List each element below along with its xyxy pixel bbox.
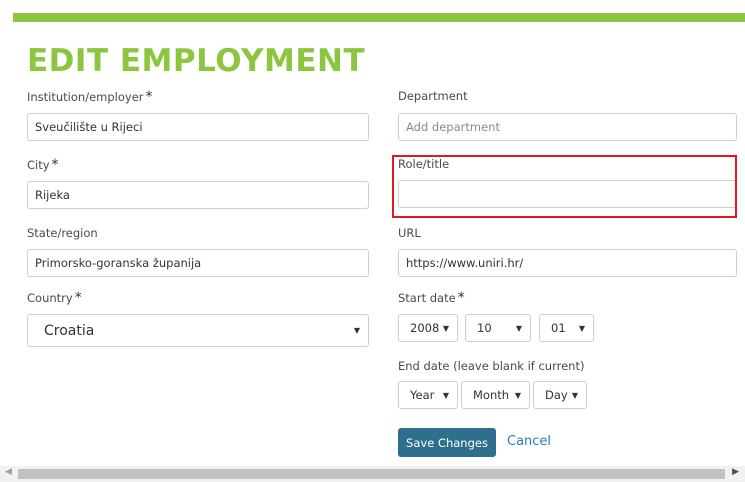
- end-day-select[interactable]: Day ▼: [533, 381, 587, 409]
- chevron-down-icon: ▼: [571, 390, 578, 400]
- required-mark: *: [145, 89, 153, 105]
- scroll-left-icon[interactable]: ◀: [5, 467, 12, 477]
- end-date-label: End date (leave blank if current): [398, 359, 585, 373]
- cancel-link[interactable]: Cancel: [507, 434, 551, 449]
- state-label: State/region: [27, 226, 98, 240]
- role-field-highlight: [392, 155, 737, 218]
- chevron-down-icon: ▼: [442, 390, 449, 400]
- start-year-select[interactable]: 2008 ▼: [398, 314, 458, 342]
- url-input[interactable]: [398, 249, 737, 277]
- chevron-down-icon: ▼: [578, 323, 585, 333]
- chevron-down-icon: ▼: [442, 323, 449, 333]
- start-month-select[interactable]: 10 ▼: [465, 314, 531, 342]
- city-label: City *: [27, 157, 59, 173]
- department-label: Department: [398, 89, 468, 103]
- city-input[interactable]: [27, 181, 369, 209]
- start-day-select[interactable]: 01 ▼: [539, 314, 594, 342]
- country-selected-value: Croatia: [44, 322, 95, 339]
- url-label: URL: [398, 226, 421, 240]
- required-mark: *: [74, 290, 82, 306]
- state-input[interactable]: [27, 249, 369, 277]
- horizontal-scrollbar[interactable]: ◀ ▶: [0, 466, 745, 482]
- end-year-select[interactable]: Year ▼: [398, 381, 458, 409]
- scrollbar-thumb[interactable]: [18, 469, 725, 479]
- save-changes-button[interactable]: Save Changes: [398, 428, 496, 457]
- department-input[interactable]: [398, 113, 737, 141]
- top-accent-bar: [13, 13, 745, 22]
- institution-label: Institution/employer *: [27, 89, 153, 105]
- scroll-right-icon[interactable]: ▶: [732, 467, 739, 477]
- end-month-select[interactable]: Month ▼: [461, 381, 530, 409]
- required-mark: *: [51, 157, 59, 173]
- chevron-down-icon: ▼: [353, 326, 360, 335]
- page-title: EDIT EMPLOYMENT: [27, 43, 366, 79]
- institution-input[interactable]: [27, 113, 369, 141]
- chevron-down-icon: ▼: [514, 390, 521, 400]
- country-label: Country *: [27, 290, 82, 306]
- country-select[interactable]: Croatia ▼: [27, 314, 369, 347]
- required-mark: *: [457, 290, 465, 306]
- start-date-label: Start date *: [398, 290, 465, 306]
- chevron-down-icon: ▼: [515, 323, 522, 333]
